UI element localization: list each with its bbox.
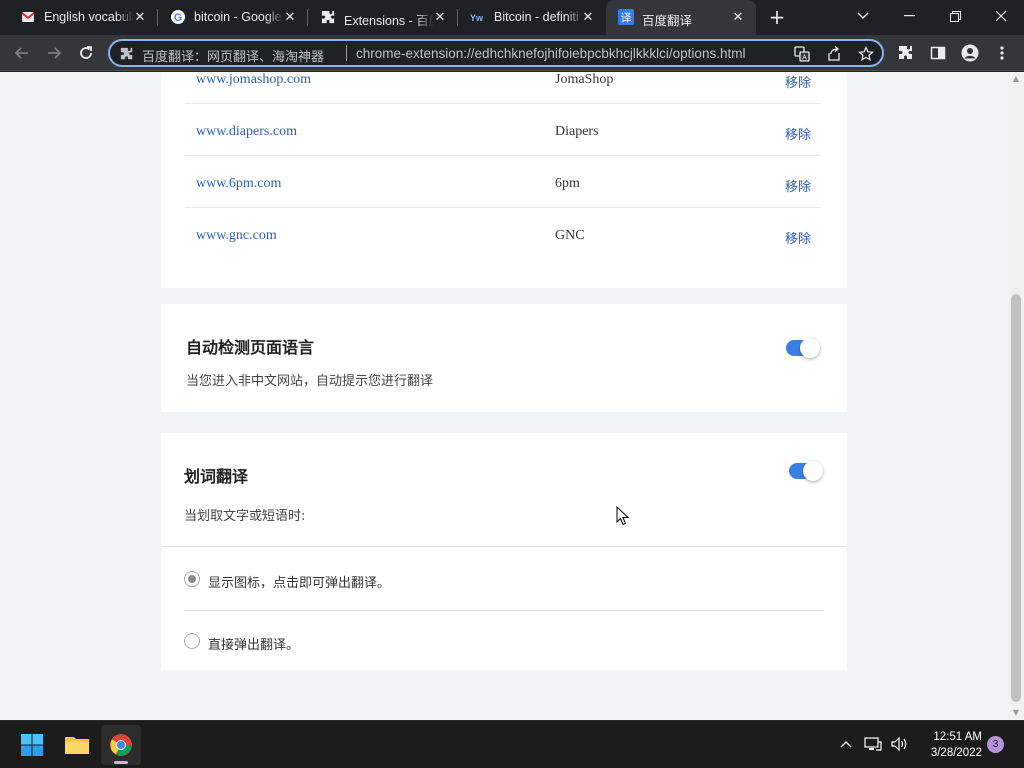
back-button[interactable] — [8, 39, 36, 67]
menu-kebab-icon[interactable] — [988, 39, 1016, 67]
site-row: www.diapers.com Diapers 移除 — [185, 104, 821, 156]
close-icon[interactable]: ✕ — [132, 9, 148, 25]
tab-title: English vocabula — [44, 10, 134, 24]
show-icon-option-label[interactable]: 显示图标，点击即可弹出翻译。 — [208, 572, 390, 591]
site-name: GNC — [555, 228, 585, 243]
google-icon: G — [170, 9, 186, 25]
sheets-icon — [20, 9, 36, 25]
site-domain[interactable]: www.6pm.com — [196, 176, 281, 192]
svg-text:译: 译 — [621, 12, 632, 25]
minimize-button[interactable] — [886, 0, 932, 32]
site-list-card: www.jomashop.com JomaShop 移除 www.diapers… — [161, 72, 847, 288]
section-divider — [161, 546, 847, 547]
close-icon[interactable]: ✕ — [730, 9, 746, 25]
site-domain[interactable]: www.diapers.com — [196, 124, 297, 140]
side-panel-icon[interactable] — [924, 39, 952, 67]
site-name: Diapers — [555, 124, 599, 139]
page-scrollbar[interactable]: ▲ ▼ — [1008, 72, 1024, 720]
reload-button[interactable] — [72, 39, 100, 67]
auto-detect-card: 自动检测页面语言 当您进入非中文网站，自动提示您进行翻译 — [161, 304, 847, 412]
forward-button[interactable] — [40, 39, 68, 67]
network-icon[interactable] — [862, 733, 884, 755]
chrome-taskbar-icon[interactable] — [101, 725, 141, 765]
show-icon-radio[interactable] — [184, 571, 200, 587]
svg-text:A: A — [802, 55, 807, 62]
start-button[interactable] — [12, 725, 52, 765]
tab-bitcoin-definition[interactable]: Yw Bitcoin - definiti ✕ — [458, 0, 606, 35]
system-clock[interactable]: 12:51 AM 3/28/2022 — [912, 729, 982, 761]
close-window-button[interactable] — [978, 0, 1024, 32]
tab-baidu-translate[interactable]: 译 百度翻译 ✕ — [606, 0, 756, 35]
tab-strip: English vocabula ✕ G bitcoin - Google ✕ … — [0, 0, 1024, 35]
close-icon[interactable]: ✕ — [580, 9, 596, 25]
auto-detect-title: 自动检测页面语言 — [186, 338, 315, 357]
url-text[interactable]: chrome-extension://edhchknefojhifoiebpcb… — [356, 46, 745, 61]
baidu-translate-icon: 译 — [618, 9, 634, 25]
site-origin-label: 百度翻译：网页翻译、海淘神器 — [142, 49, 325, 64]
svg-text:G: G — [174, 12, 183, 24]
svg-text:Yw: Yw — [470, 13, 484, 23]
notification-badge[interactable]: 3 — [987, 736, 1004, 753]
auto-detect-description: 当您进入非中文网站，自动提示您进行翻译 — [186, 374, 434, 389]
options-page: www.jomashop.com JomaShop 移除 www.diapers… — [0, 72, 1008, 720]
toggle-knob — [803, 461, 823, 481]
windows-taskbar: 12:51 AM 3/28/2022 3 — [0, 720, 1024, 768]
site-row: www.gnc.com GNC 移除 — [185, 208, 821, 260]
clock-time: 12:51 AM — [933, 731, 982, 743]
translate-icon[interactable]: A — [792, 44, 812, 64]
remove-site-button[interactable]: 移除 — [785, 176, 811, 195]
tab-bitcoin-google[interactable]: G bitcoin - Google ✕ — [158, 0, 308, 35]
site-domain[interactable]: www.jomashop.com — [196, 72, 311, 88]
restore-button[interactable] — [932, 0, 978, 32]
scroll-up-arrow-icon[interactable]: ▲ — [1008, 72, 1024, 86]
new-tab-button[interactable]: + — [765, 6, 789, 30]
scrollbar-thumb[interactable] — [1011, 294, 1021, 702]
active-app-indicator — [114, 761, 128, 764]
remove-site-button[interactable]: 移除 — [785, 228, 811, 247]
extension-icon — [120, 46, 136, 62]
clock-date: 3/28/2022 — [930, 747, 982, 759]
tab-extensions[interactable]: Extensions - 百度 ✕ — [308, 0, 458, 35]
remove-site-button[interactable]: 移除 — [785, 124, 811, 143]
direct-popup-option-label[interactable]: 直接弹出翻译。 — [208, 634, 299, 653]
tab-title: Bitcoin - definiti — [494, 10, 579, 24]
address-bar[interactable]: 百度翻译：网页翻译、海淘神器 chrome-extension://edhchk… — [108, 39, 884, 67]
remove-site-button[interactable]: 移除 — [785, 72, 811, 91]
word-translate-card: 划词翻译 当划取文字或短语时: 显示图标，点击即可弹出翻译。 直接弹出翻译。 — [161, 433, 847, 670]
site-row: www.6pm.com 6pm 移除 — [185, 156, 821, 208]
mouse-cursor-icon — [616, 505, 630, 530]
scroll-down-arrow-icon[interactable]: ▼ — [1008, 706, 1024, 720]
volume-icon[interactable] — [888, 733, 910, 755]
dictionary-icon: Yw — [470, 9, 486, 25]
omnibox-divider — [346, 45, 347, 61]
site-name: 6pm — [555, 176, 580, 191]
word-translate-description: 当划取文字或短语时: — [184, 509, 306, 524]
extensions-puzzle-icon[interactable] — [892, 39, 920, 67]
tab-english-vocabulary[interactable]: English vocabula ✕ — [8, 0, 158, 35]
tab-title: Extensions - 百度 — [344, 14, 434, 28]
share-icon[interactable] — [824, 44, 844, 64]
site-name: JomaShop — [555, 72, 614, 87]
show-hidden-icons-chevron-icon[interactable] — [835, 733, 857, 755]
site-domain[interactable]: www.gnc.com — [196, 228, 277, 244]
toggle-knob — [800, 338, 820, 358]
direct-popup-radio[interactable] — [184, 633, 200, 649]
tab-title: 百度翻译 — [642, 14, 693, 28]
word-translate-toggle[interactable] — [789, 461, 823, 481]
puzzle-icon — [320, 9, 336, 25]
tab-search-icon[interactable] — [840, 0, 886, 32]
word-translate-title: 划词翻译 — [184, 467, 249, 486]
close-icon[interactable]: ✕ — [282, 9, 298, 25]
bookmark-star-icon[interactable] — [856, 44, 876, 64]
option-divider — [184, 610, 824, 611]
site-row: www.jomashop.com JomaShop 移除 — [185, 72, 821, 104]
profile-avatar-icon[interactable] — [956, 39, 984, 67]
file-explorer-icon[interactable] — [57, 725, 97, 765]
close-icon[interactable]: ✕ — [432, 9, 448, 25]
auto-detect-toggle[interactable] — [786, 338, 820, 358]
browser-toolbar: 百度翻译：网页翻译、海淘神器 chrome-extension://edhchk… — [0, 35, 1024, 71]
tab-title: bitcoin - Google — [194, 10, 282, 24]
